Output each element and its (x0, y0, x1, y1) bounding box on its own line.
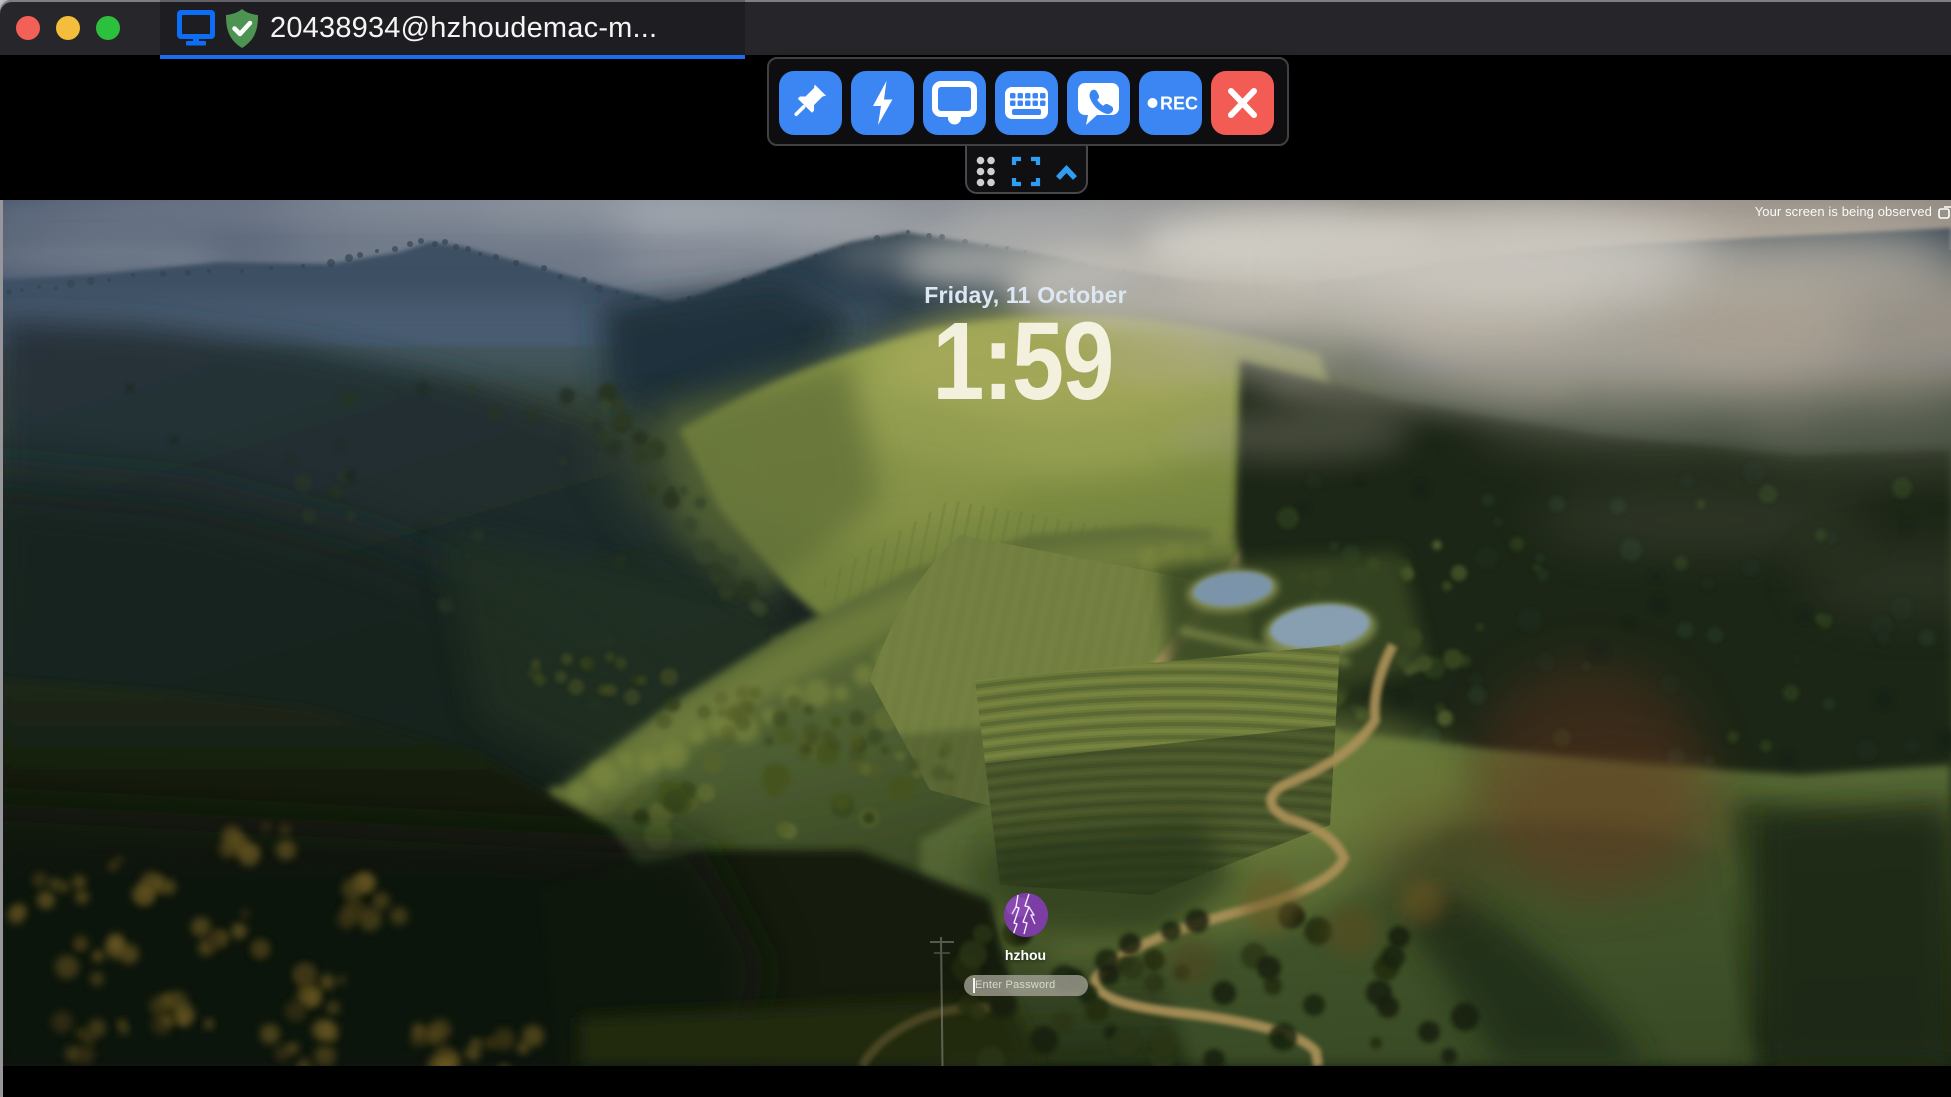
svg-text:REC: REC (1160, 94, 1198, 114)
